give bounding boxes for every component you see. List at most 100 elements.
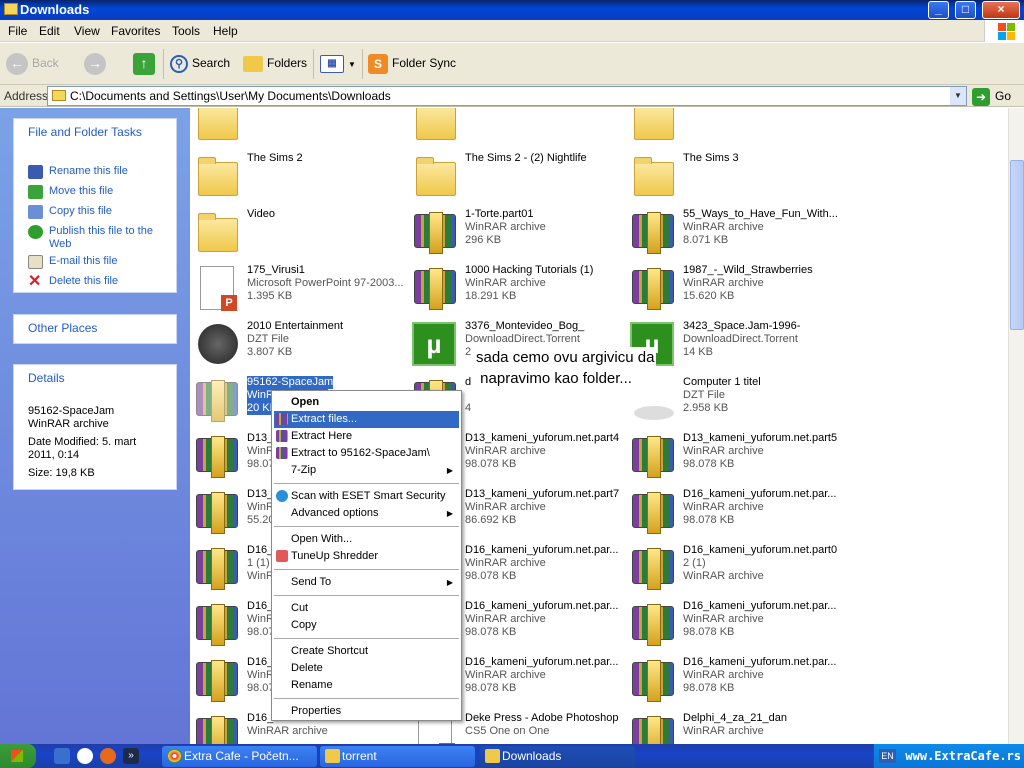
publish-task[interactable]: Publish this file to the Web bbox=[28, 225, 168, 251]
file-item[interactable]: 55_Ways_to_Have_Fun_With... WinRAR archiv… bbox=[626, 208, 838, 260]
folder-item[interactable]: The Sims 2 bbox=[190, 152, 400, 204]
rename-task[interactable]: Rename this file bbox=[28, 165, 168, 179]
folder-sync-button[interactable]: S Folder Sync bbox=[368, 50, 456, 78]
quicklaunch-icon[interactable] bbox=[54, 748, 70, 764]
file-name: MARMADUKE bbox=[247, 108, 319, 109]
file-name: d bbox=[465, 376, 472, 388]
file-item[interactable]: Computer 1 titel DZT File 2.958 KB bbox=[626, 376, 836, 428]
more-arrow-icon[interactable]: » bbox=[123, 748, 139, 764]
context-menu-delete[interactable]: Delete bbox=[274, 660, 459, 677]
menu-view[interactable]: View bbox=[74, 24, 100, 38]
search-button[interactable]: ⚲ Search bbox=[170, 50, 230, 78]
file-size: 98.078 KB bbox=[465, 682, 517, 694]
folder-item[interactable]: Music bbox=[408, 108, 618, 148]
folder-item[interactable]: The Sims 2 - (2) Nightlife bbox=[408, 152, 618, 204]
file-item[interactable]: 2010 Entertainment DZT File 3.807 KB bbox=[190, 320, 400, 372]
menu-item-label: Rename bbox=[291, 679, 333, 691]
file-item[interactable]: 175_Virusi1Microsoft PowerPoint 97-2003.… bbox=[190, 264, 404, 316]
context-menu-extract-files[interactable]: Extract files... bbox=[274, 411, 459, 428]
file-item[interactable]: D16_kameni_yuforum.net.par... WinRAR arch… bbox=[626, 656, 836, 708]
winrar-icon bbox=[632, 604, 674, 646]
close-button[interactable]: × bbox=[982, 1, 1020, 19]
minimize-button[interactable]: _ bbox=[928, 1, 949, 19]
context-menu-advanced-options[interactable]: Advanced options ▶ bbox=[274, 505, 459, 522]
file-name: D16_kameni_yuforum.net.par... bbox=[683, 600, 837, 612]
folder-item[interactable]: Sims 2 Glamour Stuff bbox=[626, 108, 836, 148]
file-item[interactable]: D16_kameni_yuforum.net.par... WinRAR arch… bbox=[626, 600, 836, 652]
football-icon[interactable] bbox=[77, 748, 93, 764]
file-type: DZT File bbox=[683, 389, 725, 401]
address-dropdown-icon[interactable]: ▼ bbox=[950, 87, 966, 105]
details-body: 95162-SpaceJam WinRAR archive Date Modif… bbox=[14, 405, 176, 480]
context-menu-cut[interactable]: Cut bbox=[274, 600, 459, 617]
file-item[interactable]: D16_kameni_yuforum.net.part0 2 (1) WinRAR … bbox=[626, 544, 837, 596]
vertical-scrollbar[interactable] bbox=[1008, 108, 1024, 744]
file-name: 95162-SpaceJam bbox=[247, 376, 334, 389]
file-item[interactable]: D16_kameni_yuforum.net.par... WinRAR arch… bbox=[626, 488, 836, 540]
menu-help[interactable]: Help bbox=[213, 24, 238, 38]
folder-item[interactable]: The Sims 3 bbox=[626, 152, 836, 204]
copy-task[interactable]: Copy this file bbox=[28, 205, 168, 219]
folders-button[interactable]: Folders bbox=[243, 50, 307, 78]
panel-title[interactable]: File and Folder Tasks bbox=[14, 119, 176, 145]
back-button[interactable]: ← Back bbox=[6, 50, 59, 78]
menu-bar: File Edit View Favorites Tools Help bbox=[0, 20, 1024, 42]
address-input[interactable]: C:\Documents and Settings\User\My Docume… bbox=[47, 86, 967, 106]
context-menu-open[interactable]: Open bbox=[274, 394, 459, 411]
file-item[interactable]: µ 3423_Space.Jam-1996- DownloadDirect.Torr… bbox=[626, 320, 836, 372]
panel-title[interactable]: Details bbox=[14, 365, 176, 391]
context-menu: Open Extract files... Extract Here Extract … bbox=[271, 390, 462, 721]
file-item[interactable]: D13_kameni_yuforum.net.part5 WinRAR archi… bbox=[626, 432, 837, 484]
language-indicator[interactable]: EN bbox=[879, 749, 896, 763]
title-bar[interactable]: Downloads _ □ × bbox=[0, 0, 1024, 20]
panel-title[interactable]: Other Places bbox=[14, 315, 176, 341]
taskbar-button-downloads[interactable]: Downloads bbox=[480, 746, 635, 767]
file-item[interactable]: 1-Torte.part01 WinRAR archive 296 KB bbox=[408, 208, 618, 260]
go-button[interactable]: ➜ Go bbox=[972, 86, 1022, 106]
powerpoint-icon bbox=[200, 266, 237, 311]
up-arrow-icon: ↑ bbox=[133, 52, 155, 75]
email-task[interactable]: E-mail this file bbox=[28, 255, 168, 269]
folder-item[interactable]: MARMADUKE bbox=[190, 108, 400, 148]
folder-icon bbox=[634, 108, 674, 140]
details-panel: Details 95162-SpaceJam WinRAR archive Da… bbox=[13, 364, 177, 490]
context-menu-7zip[interactable]: 7-Zip ▶ bbox=[274, 462, 459, 479]
menu-edit[interactable]: Edit bbox=[39, 24, 60, 38]
menu-item-label: Properties bbox=[291, 705, 342, 717]
context-menu-properties[interactable]: Properties bbox=[274, 703, 459, 720]
file-item[interactable]: 1987_-_Wild_Strawberries WinRAR archive 15… bbox=[626, 264, 836, 316]
views-button[interactable]: ▦ ▼ bbox=[320, 50, 356, 78]
taskbar-button-torrent[interactable]: torrent bbox=[320, 746, 475, 767]
file-item[interactable]: Delphi_4_za_21_dan WinRAR archive bbox=[626, 712, 836, 744]
taskbar-button-extracafe[interactable]: Extra Cafe - Početn... bbox=[162, 746, 317, 767]
context-menu-extract-here[interactable]: Extract Here bbox=[274, 428, 459, 445]
context-menu-copy[interactable]: Copy bbox=[274, 617, 459, 634]
context-menu-tuneup-shredder[interactable]: TuneUp Shredder bbox=[274, 548, 459, 565]
context-menu-open-with[interactable]: Open With... bbox=[274, 531, 459, 548]
menu-favorites[interactable]: Favorites bbox=[111, 24, 160, 38]
start-button[interactable] bbox=[0, 744, 36, 768]
file-size: 98.078 KB bbox=[465, 570, 517, 582]
file-type: WinRAR archive bbox=[465, 445, 546, 457]
up-folder-button[interactable]: ↑ bbox=[133, 50, 159, 78]
file-name: Computer 1 titel bbox=[683, 376, 761, 388]
context-menu-send-to[interactable]: Send To ▶ bbox=[274, 574, 459, 591]
folder-item[interactable]: Video bbox=[190, 208, 400, 260]
delete-task[interactable]: ✕ Delete this file bbox=[28, 274, 168, 290]
context-menu-extract-to[interactable]: Extract to 95162-SpaceJam\ bbox=[274, 445, 459, 462]
menu-file[interactable]: File bbox=[8, 24, 27, 38]
firefox-icon[interactable] bbox=[100, 748, 116, 764]
details-modified: Date Modified: 5. mart 2011, 0:14 bbox=[28, 436, 137, 461]
scrollbar-thumb[interactable] bbox=[1010, 160, 1024, 330]
file-item[interactable]: 1000 Hacking Tutorials (1) WinRAR archive… bbox=[408, 264, 618, 316]
views-icon: ▦ bbox=[320, 54, 344, 73]
winrar-icon bbox=[632, 660, 674, 702]
file-name: Sims 2 Glamour Stuff bbox=[683, 108, 787, 109]
context-menu-create-shortcut[interactable]: Create Shortcut bbox=[274, 643, 459, 660]
context-menu-rename[interactable]: Rename bbox=[274, 677, 459, 694]
maximize-button[interactable]: □ bbox=[955, 1, 976, 19]
menu-tools[interactable]: Tools bbox=[172, 24, 200, 38]
forward-button[interactable]: → bbox=[84, 50, 110, 78]
context-menu-scan-eset[interactable]: Scan with ESET Smart Security bbox=[274, 488, 459, 505]
move-task[interactable]: Move this file bbox=[28, 185, 168, 199]
